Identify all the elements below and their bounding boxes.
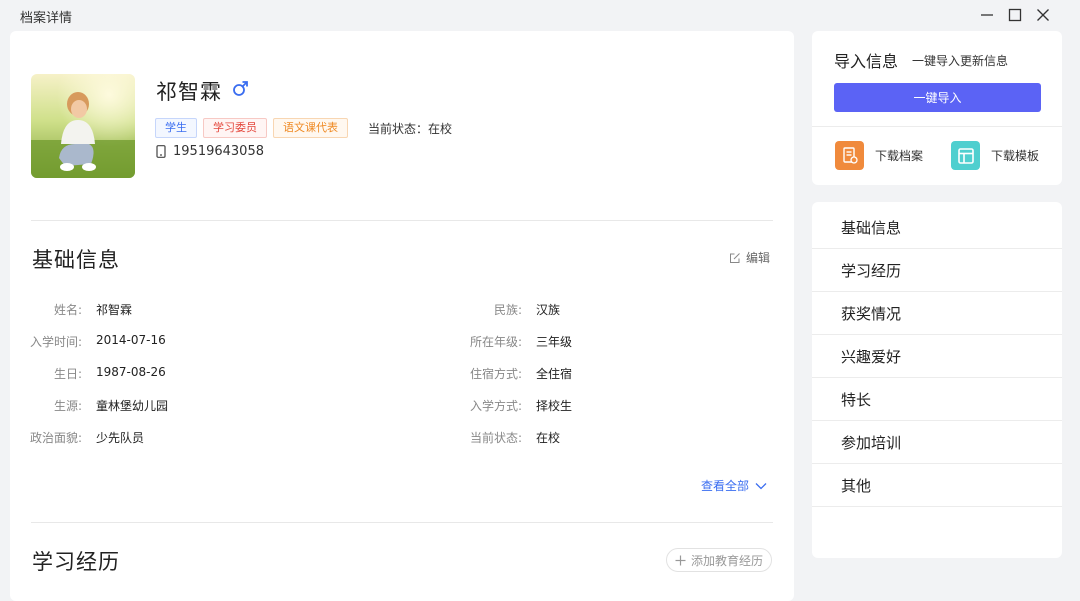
nav-item-awards[interactable]: 获奖情况 bbox=[812, 292, 1062, 335]
basic-info-title: 基础信息 bbox=[32, 248, 120, 272]
chevron-down-icon bbox=[755, 482, 767, 489]
field-value-status: 在校 bbox=[536, 431, 561, 445]
import-title: 导入信息 bbox=[834, 52, 899, 71]
view-all-button[interactable]: 查看全部 bbox=[701, 477, 767, 494]
tag-student: 学生 bbox=[155, 118, 197, 138]
phone-icon bbox=[156, 145, 166, 158]
edit-icon bbox=[730, 252, 740, 263]
view-all-label: 查看全部 bbox=[701, 479, 750, 493]
download-archive-label: 下载档案 bbox=[875, 149, 924, 163]
maximize-icon bbox=[1008, 8, 1022, 22]
role-tags: 学生 学习委员 语文课代表 当前状态：在校 bbox=[155, 118, 452, 138]
field-label: 姓名: bbox=[53, 303, 82, 317]
phone-row: 19519643058 bbox=[156, 144, 264, 159]
nav-item-specialties[interactable]: 特长 bbox=[812, 378, 1062, 421]
divider bbox=[31, 220, 773, 221]
import-subtitle: 一键导入更新信息 bbox=[912, 54, 1009, 68]
divider bbox=[31, 522, 773, 523]
title-bar: 档案详情 bbox=[0, 0, 1080, 30]
minimize-icon bbox=[981, 14, 993, 16]
field-value-source: 童林堡幼儿园 bbox=[96, 399, 169, 413]
field-value-accommodation: 全住宿 bbox=[536, 367, 573, 381]
edit-label: 编辑 bbox=[746, 251, 771, 265]
add-education-button[interactable]: 添加教育经历 bbox=[666, 548, 773, 572]
field-value-enroll-date: 2014-07-16 bbox=[96, 333, 166, 347]
nav-item-education[interactable]: 学习经历 bbox=[812, 249, 1062, 292]
download-template-button[interactable]: 下载模板 bbox=[951, 141, 1039, 170]
field-label: 生源: bbox=[53, 399, 82, 413]
tag-chinese-rep: 语文课代表 bbox=[273, 118, 348, 138]
phone-number: 19519643058 bbox=[173, 144, 264, 159]
maximize-button[interactable] bbox=[1004, 4, 1026, 26]
plus-icon bbox=[675, 555, 686, 565]
field-value-name: 祁智霖 bbox=[96, 303, 133, 317]
field-label: 民族: bbox=[493, 303, 522, 317]
section-nav: 基础信息 学习经历 获奖情况 兴趣爱好 特长 参加培训 其他 bbox=[812, 202, 1062, 558]
nav-item-training[interactable]: 参加培训 bbox=[812, 421, 1062, 464]
avatar bbox=[31, 74, 135, 178]
edit-button[interactable]: 编辑 bbox=[729, 249, 770, 266]
nav-item-other[interactable]: 其他 bbox=[812, 464, 1062, 507]
field-label: 政治面貌: bbox=[29, 431, 82, 445]
close-button[interactable] bbox=[1032, 4, 1054, 26]
field-label: 生日: bbox=[53, 367, 82, 381]
add-education-label: 添加教育经历 bbox=[691, 553, 764, 568]
student-name: 祁智霖 bbox=[156, 80, 222, 104]
import-card: 导入信息 一键导入更新信息 一键导入 下载档案 下载模板 bbox=[812, 31, 1062, 185]
download-archive-button[interactable]: 下载档案 bbox=[835, 141, 923, 170]
field-value-political: 少先队员 bbox=[96, 431, 145, 445]
tag-study-committee: 学习委员 bbox=[203, 118, 267, 138]
archive-icon bbox=[835, 141, 864, 170]
field-label: 当前状态: bbox=[469, 431, 522, 445]
male-icon bbox=[233, 81, 248, 96]
one-click-import-button[interactable]: 一键导入 bbox=[834, 83, 1041, 112]
field-label: 所在年级: bbox=[469, 335, 522, 349]
field-label: 入学时间: bbox=[29, 335, 82, 349]
field-label: 入学方式: bbox=[469, 399, 522, 413]
template-icon bbox=[951, 141, 980, 170]
profile-card: 祁智霖 学生 学习委员 语文课代表 当前状态：在校 19519643058 基础… bbox=[10, 31, 794, 601]
nav-item-basic-info[interactable]: 基础信息 bbox=[812, 206, 1062, 249]
education-title: 学习经历 bbox=[32, 550, 120, 574]
download-template-label: 下载模板 bbox=[991, 149, 1040, 163]
field-value-grade: 三年级 bbox=[536, 335, 573, 349]
field-value-admission: 择校生 bbox=[536, 399, 573, 413]
divider bbox=[812, 126, 1062, 127]
close-icon bbox=[1037, 9, 1049, 21]
field-label: 住宿方式: bbox=[469, 367, 522, 381]
current-status: 当前状态：在校 bbox=[368, 121, 453, 136]
window-title: 档案详情 bbox=[20, 11, 73, 26]
minimize-button[interactable] bbox=[976, 4, 998, 26]
field-value-ethnicity: 汉族 bbox=[536, 303, 561, 317]
field-value-birthday: 1987-08-26 bbox=[96, 365, 166, 379]
nav-item-hobbies[interactable]: 兴趣爱好 bbox=[812, 335, 1062, 378]
